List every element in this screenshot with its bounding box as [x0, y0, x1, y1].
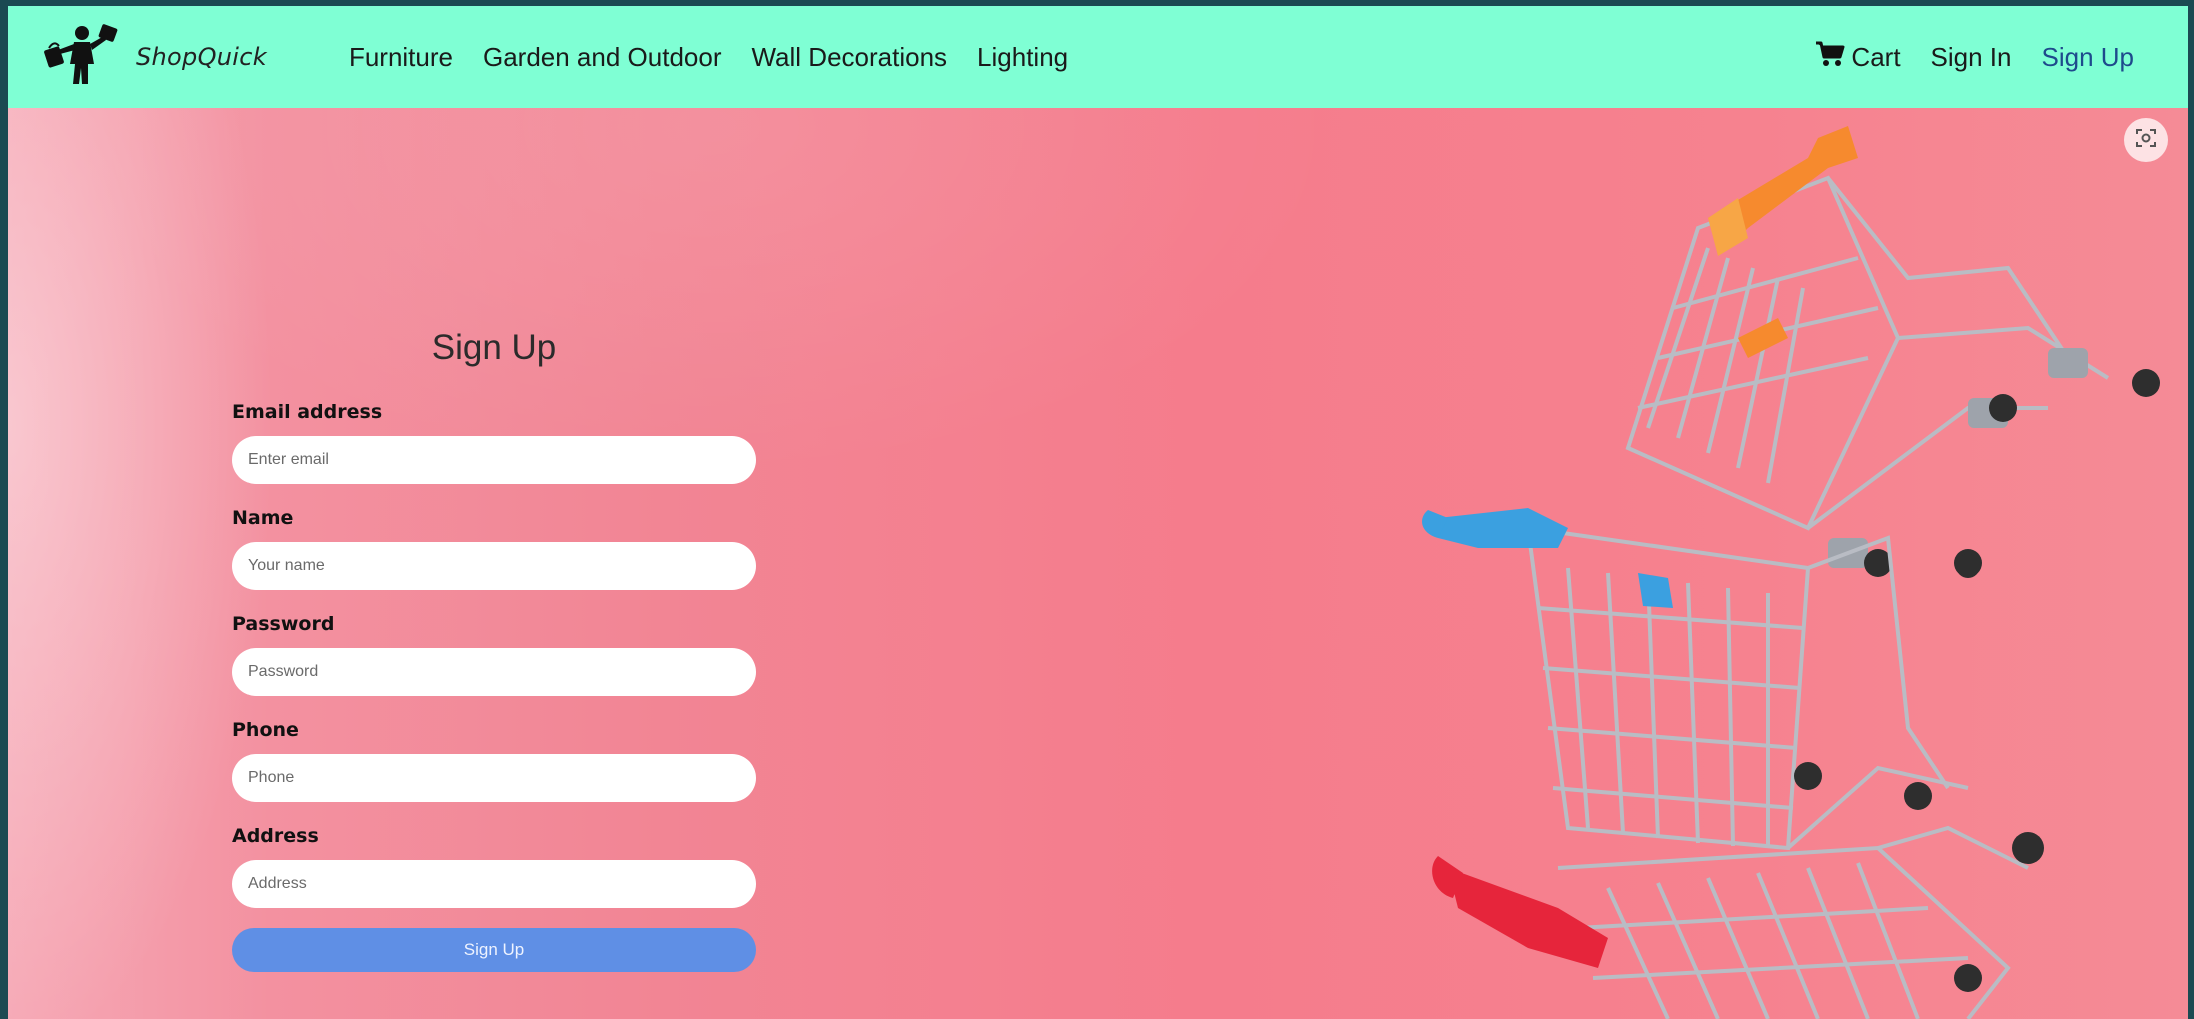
password-field[interactable] [232, 648, 756, 696]
name-field[interactable] [232, 542, 756, 590]
name-label: Name [232, 507, 294, 529]
phone-field[interactable] [232, 754, 756, 802]
phone-label: Phone [232, 719, 299, 741]
nav-links: Furniture Garden and Outdoor Wall Decora… [349, 42, 1098, 73]
form-title: Sign Up [431, 328, 557, 367]
nav-link-lighting[interactable]: Lighting [977, 42, 1068, 73]
brand-name: ShopQuick [136, 43, 267, 71]
sign-in-link[interactable]: Sign In [1931, 42, 2012, 73]
sign-up-link[interactable]: Sign Up [2042, 42, 2135, 73]
navbar: ShopQuick Furniture Garden and Outdoor W… [8, 6, 2188, 108]
nav-right: Cart Sign In Sign Up [1785, 6, 2134, 108]
shopping-carts-illustration [1422, 126, 2160, 1019]
brand[interactable]: ShopQuick [44, 24, 267, 90]
nav-link-furniture[interactable]: Furniture [349, 42, 453, 73]
sign-up-form: Sign Up Email address Name Password Phon… [232, 326, 756, 972]
cart-link[interactable]: Cart [1815, 40, 1901, 74]
app-frame: ShopQuick Furniture Garden and Outdoor W… [8, 6, 2188, 1019]
email-label: Email address [232, 401, 383, 423]
shopper-with-bags-icon [44, 24, 118, 90]
email-field[interactable] [232, 436, 756, 484]
nav-link-garden-and-outdoor[interactable]: Garden and Outdoor [483, 42, 722, 73]
password-label: Password [232, 613, 335, 635]
sign-up-button[interactable]: Sign Up [232, 928, 756, 972]
address-field[interactable] [232, 860, 756, 908]
nav-link-wall-decorations[interactable]: Wall Decorations [751, 42, 947, 73]
cart-label: Cart [1851, 41, 1901, 72]
cart-icon [1815, 40, 1851, 74]
address-label: Address [232, 825, 319, 847]
